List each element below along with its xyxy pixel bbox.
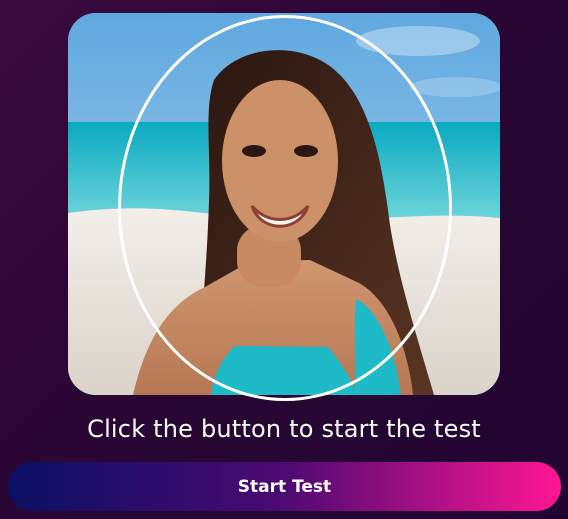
cloud-shape xyxy=(410,77,500,97)
cloud-shape xyxy=(356,26,480,56)
camera-preview xyxy=(68,13,500,395)
face-capture-screen: Click the button to start the test Start… xyxy=(0,0,568,519)
portrait-photo xyxy=(68,13,500,395)
left-eye-shape xyxy=(242,145,266,157)
start-test-button[interactable]: Start Test xyxy=(8,462,561,511)
instruction-text: Click the button to start the test xyxy=(87,415,481,443)
right-eye-shape xyxy=(294,145,318,157)
face-shape xyxy=(222,80,338,242)
